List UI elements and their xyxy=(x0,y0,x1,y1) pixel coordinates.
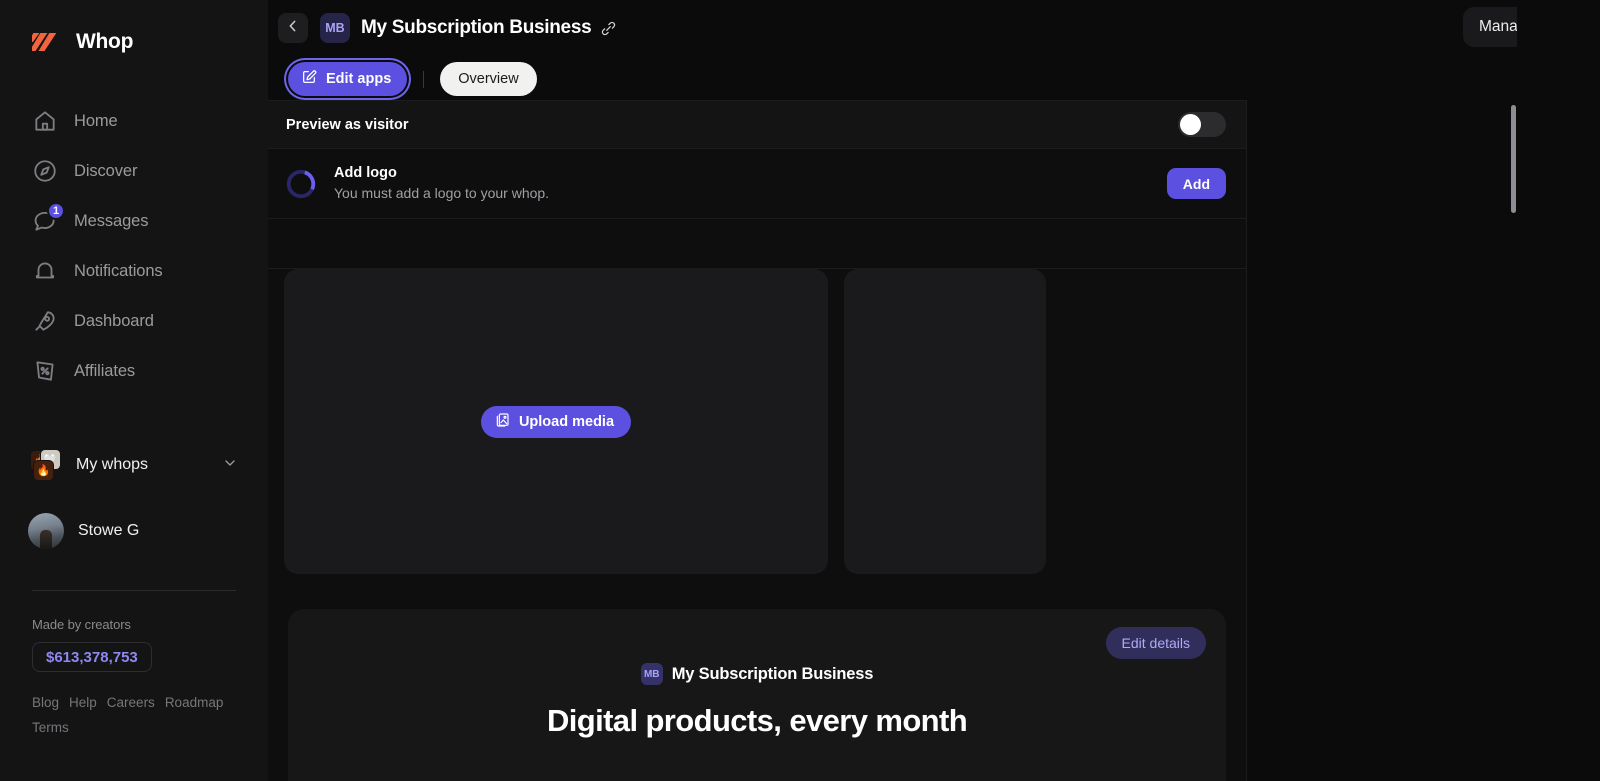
sidebar-item-dashboard[interactable]: Dashboard xyxy=(0,296,268,346)
sidebar-item-notifications[interactable]: Notifications xyxy=(0,246,268,296)
sidebar-user[interactable]: Stowe G xyxy=(0,508,268,554)
brand-logo-link[interactable]: Whop xyxy=(0,22,268,62)
add-logo-button[interactable]: Add xyxy=(1167,168,1226,199)
sidebar-item-label: Notifications xyxy=(74,262,163,281)
footer-link-terms[interactable]: Terms xyxy=(32,720,69,735)
business-detail-card: Edit details MB My Subscription Business… xyxy=(288,609,1226,781)
app-root: Whop Home Discover xyxy=(0,0,1600,781)
main-content: MB My Subscription Business Manage xyxy=(268,0,1600,781)
whop-logo-icon xyxy=(32,31,66,53)
sidebar-footer-links: BlogHelpCareersRoadmap Terms xyxy=(0,672,215,740)
chat-bubble-icon: 1 xyxy=(32,208,58,234)
right-empty-pane xyxy=(1517,0,1600,781)
sidebar-item-label: Dashboard xyxy=(74,312,154,331)
compass-icon xyxy=(32,158,58,184)
business-avatar: MB xyxy=(320,13,350,43)
messages-badge: 1 xyxy=(47,202,65,220)
chevron-down-icon xyxy=(222,455,238,476)
media-card-center[interactable]: Upload media xyxy=(284,269,828,574)
add-logo-text: Add logo You must add a logo to your who… xyxy=(334,164,1151,203)
toggle-knob xyxy=(1180,114,1201,135)
rocket-icon xyxy=(32,308,58,334)
editor-panel: Preview as visitor Add logo You must add… xyxy=(268,100,1246,781)
business-name: My Subscription Business xyxy=(672,665,874,684)
sidebar-item-messages[interactable]: 1 Messages xyxy=(0,196,268,246)
panel-scrollbar[interactable] xyxy=(1511,100,1516,781)
tab-overview[interactable]: Overview xyxy=(440,62,536,96)
footer-link-blog[interactable]: Blog xyxy=(32,695,59,710)
preview-as-visitor-toggle[interactable] xyxy=(1178,112,1226,137)
sidebar: Whop Home Discover xyxy=(0,0,268,781)
tab-bar: Edit apps Overview xyxy=(268,56,1600,102)
panel-edge xyxy=(1246,100,1247,781)
business-identity-row: MB My Subscription Business xyxy=(288,663,1226,685)
home-icon xyxy=(32,108,58,134)
user-name: Stowe G xyxy=(78,522,139,540)
tab-separator xyxy=(423,71,424,88)
sidebar-item-label: Home xyxy=(74,112,118,131)
whops-thumbnails-icon: 🔥🤍🔥 xyxy=(30,450,62,480)
preview-as-visitor-label: Preview as visitor xyxy=(286,117,409,133)
upload-media-label: Upload media xyxy=(519,414,614,430)
media-carousel: Upload media xyxy=(268,269,1246,574)
scrollbar-thumb[interactable] xyxy=(1511,105,1516,213)
sidebar-nav: Home Discover 1 Messages xyxy=(0,96,268,396)
sidebar-item-discover[interactable]: Discover xyxy=(0,146,268,196)
sidebar-item-label: Affiliates xyxy=(74,362,135,381)
ticket-percent-icon xyxy=(32,358,58,384)
back-button[interactable] xyxy=(278,13,308,43)
tab-edit-apps-label: Edit apps xyxy=(326,71,391,87)
media-card-right[interactable] xyxy=(844,269,1046,574)
my-whops-label: My whops xyxy=(76,456,208,474)
add-logo-subtitle: You must add a logo to your whop. xyxy=(334,183,1151,203)
pencil-square-icon xyxy=(301,69,317,89)
progress-ring-icon xyxy=(284,167,318,201)
bell-icon xyxy=(32,258,58,284)
creator-revenue-badge: $613,378,753 xyxy=(32,642,152,672)
edit-details-button[interactable]: Edit details xyxy=(1106,627,1206,659)
footer-link-careers[interactable]: Careers xyxy=(107,695,155,710)
business-avatar-small: MB xyxy=(641,663,663,685)
image-upload-icon xyxy=(494,412,510,432)
sidebar-item-home[interactable]: Home xyxy=(0,96,268,146)
made-by-label: Made by creators xyxy=(0,591,268,632)
sidebar-item-affiliates[interactable]: Affiliates xyxy=(0,346,268,396)
tab-edit-apps[interactable]: Edit apps xyxy=(288,62,407,96)
business-headline: Digital products, every month xyxy=(288,703,1226,739)
link-icon[interactable] xyxy=(600,20,617,37)
add-logo-title: Add logo xyxy=(334,164,1151,183)
sidebar-item-label: Messages xyxy=(74,212,148,231)
tab-overview-label: Overview xyxy=(458,71,518,87)
chevron-left-icon xyxy=(285,18,301,39)
page-title: My Subscription Business xyxy=(361,17,591,39)
avatar xyxy=(28,513,64,549)
add-logo-row: Add logo You must add a logo to your who… xyxy=(268,149,1246,219)
brand-name: Whop xyxy=(76,30,133,54)
sidebar-item-label: Discover xyxy=(74,162,137,181)
panel-spacer-row xyxy=(268,219,1246,269)
footer-link-roadmap[interactable]: Roadmap xyxy=(165,695,224,710)
preview-as-visitor-row: Preview as visitor xyxy=(268,101,1246,149)
top-header: MB My Subscription Business Manage xyxy=(268,0,1600,56)
upload-media-button[interactable]: Upload media xyxy=(481,406,631,438)
footer-link-help[interactable]: Help xyxy=(69,695,97,710)
my-whops-group[interactable]: 🔥🤍🔥 My whops xyxy=(0,442,268,488)
